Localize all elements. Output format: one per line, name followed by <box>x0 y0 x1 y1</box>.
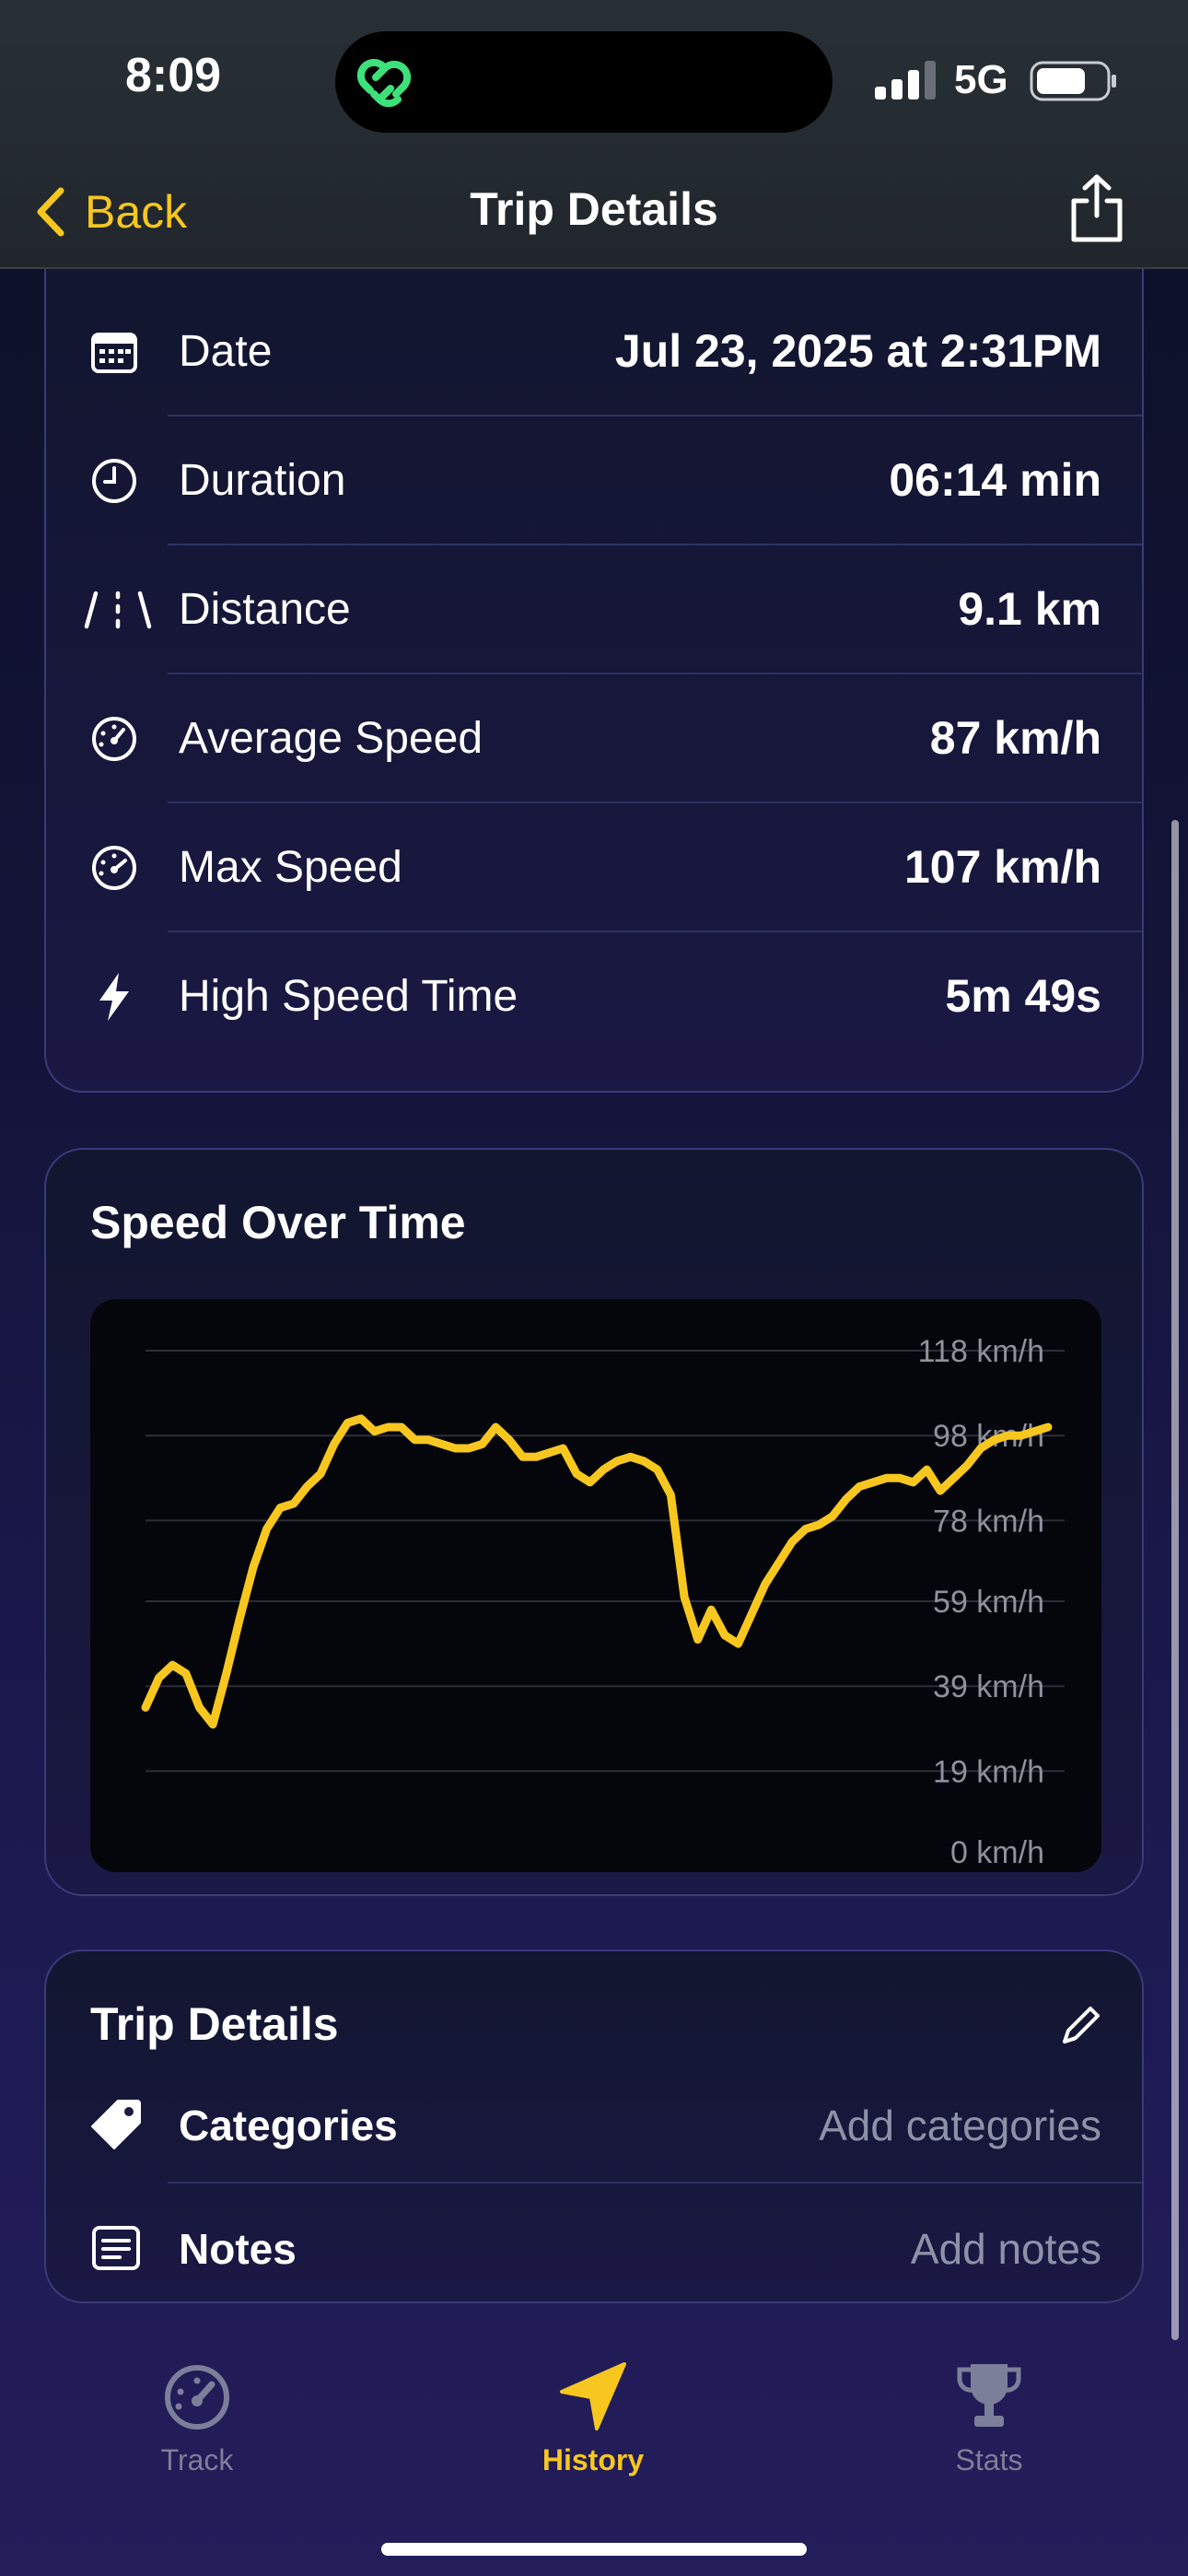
notes-icon <box>92 2226 140 2270</box>
summary-label: Distance <box>179 585 351 634</box>
summary-label: Average Speed <box>179 714 483 763</box>
summary-row-duration: Duration 06:14 min <box>46 415 1146 544</box>
bolt-icon <box>99 973 129 1021</box>
page-title: Trip Details <box>470 183 718 235</box>
summary-label: High Speed Time <box>179 972 518 1021</box>
tab-history[interactable]: History <box>483 2359 704 2477</box>
summary-row-max-speed: Max Speed 107 km/h <box>46 802 1146 931</box>
tag-icon <box>91 2100 141 2149</box>
tab-label: Stats <box>955 2443 1023 2476</box>
home-indicator[interactable] <box>381 2543 807 2556</box>
tab-stats[interactable]: Stats <box>879 2359 1100 2477</box>
tab-label: History <box>542 2443 645 2476</box>
status-time: 8:09 <box>125 49 222 102</box>
summary-row-high-speed-time: High Speed Time 5m 49s <box>46 931 1146 1060</box>
notes-row[interactable]: Notes Add notes <box>46 2193 1146 2303</box>
signal-icon <box>875 61 936 100</box>
section-title: Trip Details <box>90 1998 339 2050</box>
y-tick-label: 39 km/h <box>933 1669 1044 1704</box>
trip-summary-card: Date Jul 23, 2025 at 2:31PM Duration 06:… <box>44 212 1144 1093</box>
tab-label: Track <box>160 2443 234 2476</box>
y-tick-label: 59 km/h <box>933 1585 1044 1620</box>
summary-label: Date <box>179 327 273 376</box>
summary-value: 9.1 km <box>958 583 1101 635</box>
divider <box>168 2182 1142 2184</box>
summary-row-average-speed: Average Speed 87 km/h <box>46 673 1146 802</box>
summary-value: 87 km/h <box>929 712 1101 764</box>
tab-track[interactable]: Track <box>87 2359 308 2477</box>
summary-row-distance: Distance 9.1 km <box>46 544 1146 673</box>
speedometer-icon <box>92 846 136 890</box>
y-tick-label: 118 km/h <box>918 1334 1044 1369</box>
notes-label: Notes <box>179 2225 297 2273</box>
top-bar: 8:09 5G Back Trip Details <box>0 0 1188 269</box>
speedometer-icon <box>92 717 136 761</box>
summary-value: 5m 49s <box>945 970 1101 1022</box>
y-tick-label: 78 km/h <box>933 1504 1044 1539</box>
speedometer-icon <box>165 2365 229 2430</box>
notes-value: Add notes <box>910 2225 1101 2273</box>
chart-title: Speed Over Time <box>90 1197 466 1248</box>
speed-chart[interactable]: 118 km/h 98 km/h 78 km/h 59 km/h 39 km/h 19 k… <box>90 1299 1101 1872</box>
speed-chart-svg: 118 km/h98 km/h78 km/h59 km/h39 km/h19 k… <box>141 1334 1065 1870</box>
share-icon[interactable] <box>1065 171 1129 245</box>
link-icon <box>356 58 412 108</box>
speed-series-line <box>141 1414 1053 1729</box>
summary-label: Max Speed <box>179 843 402 892</box>
summary-row-date: Date Jul 23, 2025 at 2:31PM <box>46 286 1146 415</box>
pencil-icon[interactable] <box>1057 2001 1105 2049</box>
location-arrow-icon <box>560 2362 626 2430</box>
battery-icon <box>1030 61 1116 101</box>
road-icon <box>84 591 152 629</box>
summary-value: 107 km/h <box>903 841 1101 893</box>
network-type: 5G <box>954 57 1008 102</box>
summary-value: 06:14 min <box>889 454 1101 506</box>
trip-details-card: Trip Details Categories Add categories N… <box>44 1950 1144 2303</box>
trophy-icon <box>957 2364 1021 2427</box>
clock-icon <box>92 459 136 503</box>
categories-row[interactable]: Categories Add categories <box>46 2069 1146 2180</box>
categories-value: Add categories <box>819 2102 1101 2149</box>
calendar-icon <box>91 333 137 373</box>
summary-value: Jul 23, 2025 at 2:31PM <box>614 325 1101 377</box>
scrollbar[interactable] <box>1171 820 1179 2340</box>
categories-label: Categories <box>179 2102 398 2149</box>
summary-label: Duration <box>179 456 346 505</box>
y-tick-label: 19 km/h <box>933 1754 1044 1789</box>
speed-chart-card: Speed Over Time 118 km/h 98 km/h 78 km/h 59… <box>44 1148 1144 1896</box>
y-tick-label: 0 km/h <box>950 1835 1044 1870</box>
